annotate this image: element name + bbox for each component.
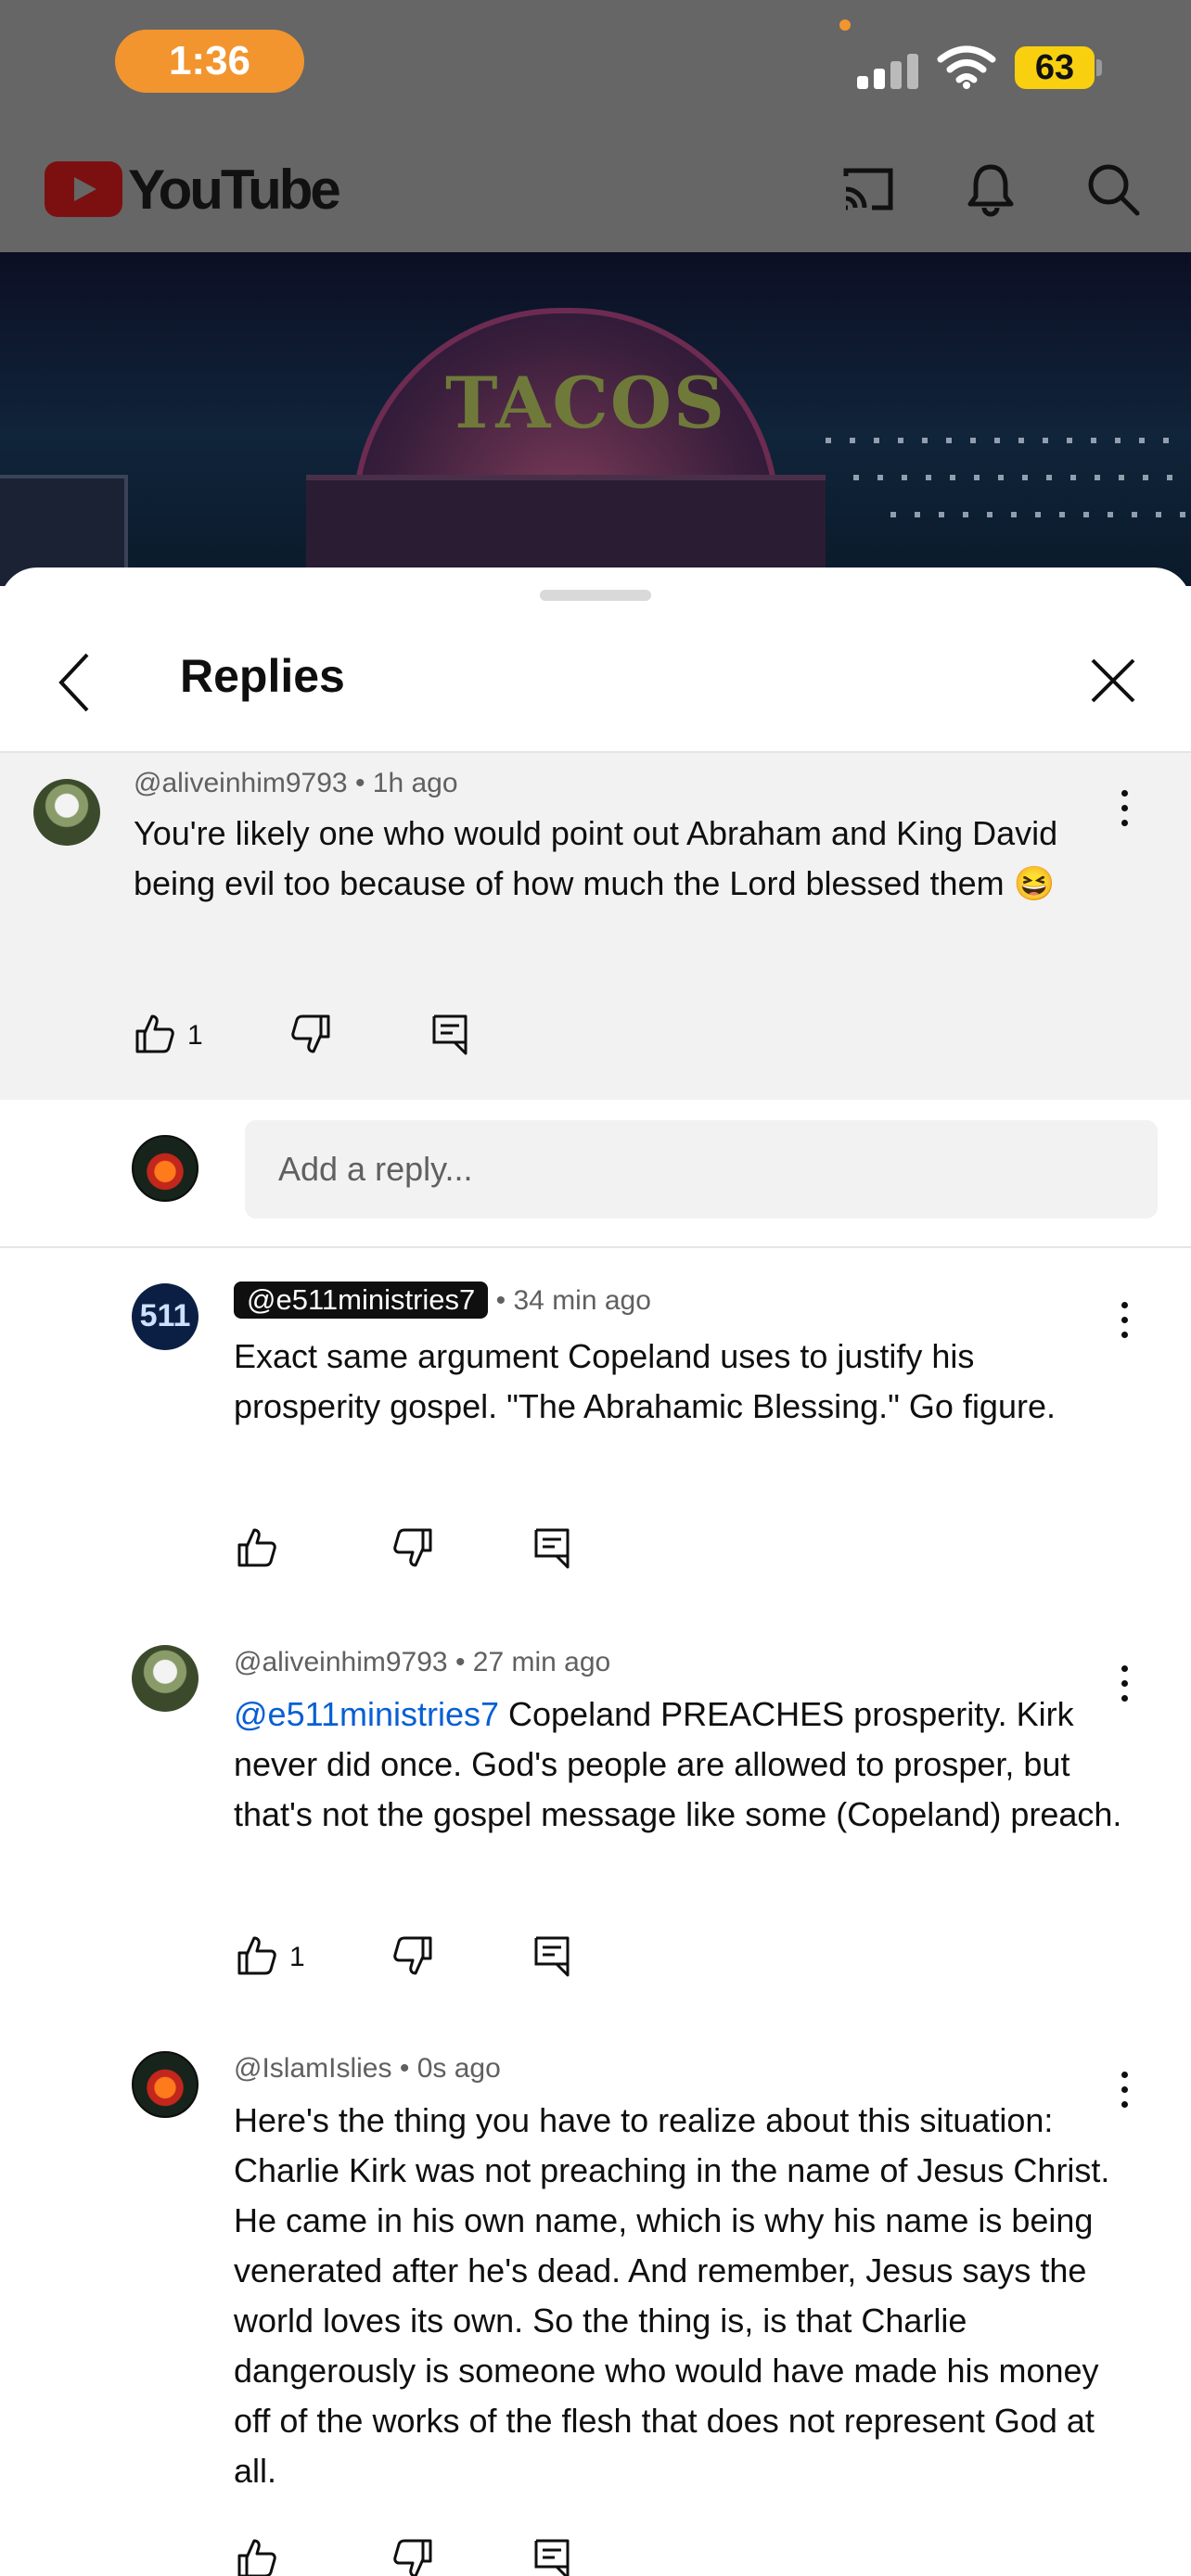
- bell-icon[interactable]: [961, 159, 1020, 219]
- video-player[interactable]: TACOS: [0, 252, 1191, 586]
- dislike-icon[interactable]: [289, 1013, 332, 1055]
- video-string-lights: [826, 438, 1178, 443]
- cast-icon[interactable]: [839, 159, 898, 219]
- comment-author[interactable]: @aliveinhim9793: [134, 768, 348, 798]
- dislike-icon[interactable]: [391, 1526, 434, 1569]
- more-options-icon[interactable]: [1115, 786, 1133, 833]
- sheet-drag-handle[interactable]: [540, 590, 651, 601]
- comment-time: 34 min ago: [513, 1285, 651, 1316]
- reply-icon[interactable]: [531, 1934, 573, 1977]
- comment-time: 27 min ago: [472, 1647, 611, 1677]
- reply-box-divider: [0, 1246, 1191, 1248]
- video-string-lights: [853, 475, 1191, 480]
- comment-text: Here's the thing you have to realize abo…: [234, 2101, 1110, 2490]
- dislike-icon[interactable]: [391, 1934, 434, 1977]
- sheet-title: Replies: [180, 650, 345, 702]
- battery-tip: [1096, 59, 1102, 76]
- reply-icon[interactable]: [531, 2537, 573, 2576]
- avatar[interactable]: [132, 2051, 198, 2118]
- comment-meta: @aliveinhim9793 • 27 min ago: [234, 1647, 611, 1677]
- avatar[interactable]: [33, 779, 100, 846]
- comment-meta: @aliveinhim9793 • 1h ago: [134, 768, 458, 798]
- like-icon[interactable]: [236, 2537, 278, 2576]
- app-header: 1:36 63 YouTube: [0, 0, 1191, 252]
- like-count: 1: [289, 1942, 305, 1972]
- comment-time: 0s ago: [416, 2053, 501, 2084]
- wifi-icon: [937, 45, 996, 89]
- comment-author[interactable]: @aliveinhim9793: [234, 1647, 448, 1677]
- youtube-logo-icon[interactable]: [45, 161, 122, 217]
- reply-icon[interactable]: [531, 1526, 573, 1569]
- comment-time: 1h ago: [372, 768, 458, 798]
- cellular-signal-icon: [857, 48, 920, 89]
- comment-text: You're likely one who would point out Ab…: [134, 814, 1058, 902]
- comment-meta: @e511ministries7 • 34 min ago: [234, 1282, 651, 1319]
- comment-mention-link[interactable]: @e511ministries7: [234, 1695, 499, 1733]
- dislike-icon[interactable]: [391, 2537, 434, 2576]
- reply-icon[interactable]: [429, 1013, 471, 1055]
- comment-text: @e511ministries7 Copeland PREACHES prosp…: [234, 1695, 1122, 1833]
- comment-text: Exact same argument Copeland uses to jus…: [234, 1337, 1056, 1425]
- like-icon[interactable]: [134, 1013, 176, 1055]
- like-icon[interactable]: [236, 1526, 278, 1569]
- video-string-lights: [890, 512, 1191, 517]
- more-options-icon[interactable]: [1115, 1298, 1133, 1345]
- avatar[interactable]: 511: [132, 1283, 198, 1350]
- avatar[interactable]: [132, 1135, 198, 1202]
- like-icon[interactable]: [236, 1934, 278, 1977]
- comment-meta: @IslamIslies • 0s ago: [234, 2053, 501, 2084]
- battery-indicator: 63: [1015, 46, 1095, 89]
- chevron-left-icon[interactable]: [48, 645, 104, 720]
- close-icon[interactable]: [1085, 653, 1141, 708]
- search-icon[interactable]: [1083, 159, 1143, 219]
- mic-indicator: [839, 19, 851, 31]
- video-sign-text: TACOS: [445, 362, 726, 444]
- like-count: 1: [187, 1020, 203, 1051]
- youtube-wordmark[interactable]: YouTube: [128, 158, 341, 222]
- comment-author[interactable]: @IslamIslies: [234, 2053, 391, 2084]
- comment-author-badge[interactable]: @e511ministries7: [234, 1282, 489, 1319]
- add-reply-input[interactable]: Add a reply...: [245, 1120, 1158, 1218]
- replies-sheet: Replies @aliveinhim9793 • 1h ago You're …: [0, 567, 1191, 2576]
- avatar[interactable]: [132, 1645, 198, 1712]
- status-time: 1:36: [115, 30, 304, 93]
- parent-comment: @aliveinhim9793 • 1h ago You're likely o…: [0, 753, 1191, 1100]
